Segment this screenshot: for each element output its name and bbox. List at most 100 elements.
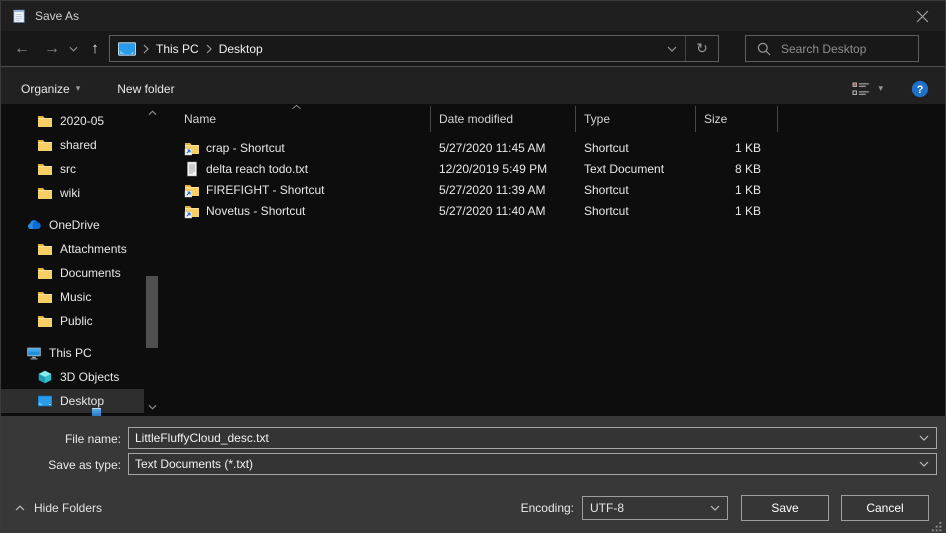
sidebar-item-3d-objects[interactable]: 3D Objects [1, 365, 144, 389]
sidebar-item-onedrive[interactable]: OneDrive [1, 213, 144, 237]
folder-icon [37, 265, 53, 281]
folder-icon [37, 313, 53, 329]
scrollbar-thumb[interactable] [146, 276, 158, 348]
sidebar-item-2020-05[interactable]: 2020-05 [1, 109, 144, 133]
search-input[interactable] [781, 42, 918, 56]
new-folder-button[interactable]: New folder [117, 82, 174, 96]
refresh-icon[interactable]: ↻ [686, 36, 718, 61]
sidebar-item-music[interactable]: Music [1, 285, 144, 309]
chevron-down-icon[interactable] [912, 435, 936, 441]
sidebar-item-label: 3D Objects [60, 370, 119, 384]
date-modified-cell: 12/20/2019 5:49 PM [431, 162, 576, 176]
file-row[interactable]: crap - Shortcut 5/27/2020 11:45 AM Short… [161, 137, 945, 158]
sidebar-item-shared[interactable]: shared [1, 133, 144, 157]
close-icon[interactable] [907, 1, 937, 31]
toolbar: Organize ▾ New folder ▾ ? [1, 66, 945, 104]
date-modified-cell: 5/27/2020 11:39 AM [431, 183, 576, 197]
column-header-type[interactable]: Type [576, 106, 696, 132]
sidebar-list: 2020-05 shared src wiki OneDrive Attachm… [1, 104, 161, 413]
file-name-input[interactable] [129, 431, 912, 445]
save-as-type-combo[interactable]: Text Documents (*.txt) [128, 453, 937, 475]
forward-icon[interactable]: → [39, 31, 65, 66]
folder-icon [37, 289, 53, 305]
recent-locations-chevron-icon[interactable] [65, 31, 81, 66]
encoding-select[interactable]: UTF-8 [582, 496, 728, 520]
size-cell: 1 KB [696, 183, 778, 197]
column-header-name[interactable]: Name [161, 106, 431, 132]
column-label: Type [584, 112, 610, 126]
bottom-panel: File name: Save as type: Text Documents … [1, 416, 945, 533]
chevron-down-icon: ▾ [76, 83, 81, 94]
chevron-down-icon[interactable] [912, 461, 936, 467]
notepad-icon [11, 8, 27, 24]
column-header-date-modified[interactable]: Date modified [431, 106, 576, 132]
help-icon[interactable]: ? [911, 80, 929, 98]
file-name-cell: Novetus - Shortcut [161, 203, 431, 219]
file-list: Name Date modified Type Size crap - Shor… [161, 104, 945, 416]
sidebar-item-label: Desktop [60, 394, 104, 408]
column-label: Name [184, 112, 216, 126]
column-headers: Name Date modified Type Size [161, 104, 945, 134]
pc-icon [26, 345, 42, 361]
organize-label: Organize [21, 82, 70, 96]
file-name-cell: delta reach todo.txt [161, 161, 431, 177]
chevron-right-icon [143, 44, 149, 54]
type-cell: Shortcut [576, 204, 696, 218]
folder-shortcut-icon [184, 203, 200, 219]
details-view-icon[interactable] [852, 82, 870, 96]
file-row[interactable]: delta reach todo.txt 12/20/2019 5:49 PM … [161, 158, 945, 179]
folder-tree: 2020-05 shared src wiki OneDrive Attachm… [1, 104, 161, 416]
chevron-right-icon [206, 44, 212, 54]
titlebar: Save As [1, 1, 945, 31]
sidebar-item-label: shared [60, 138, 97, 152]
sidebar-item-documents[interactable]: Documents [1, 261, 144, 285]
scroll-up-icon[interactable] [145, 106, 159, 120]
cancel-button[interactable]: Cancel [841, 495, 929, 521]
save-button[interactable]: Save [741, 495, 829, 521]
sidebar-item-this-pc[interactable]: This PC [1, 341, 144, 365]
file-row[interactable]: Novetus - Shortcut 5/27/2020 11:40 AM Sh… [161, 200, 945, 221]
svg-text:?: ? [917, 83, 924, 95]
breadcrumb-desktop[interactable]: Desktop [219, 42, 263, 56]
sidebar-item-label: 2020-05 [60, 114, 104, 128]
cube-icon [37, 369, 53, 385]
chevron-up-icon [15, 505, 25, 511]
new-folder-label: New folder [117, 82, 174, 96]
breadcrumb-this-pc[interactable]: This PC [156, 42, 199, 56]
address-bar[interactable]: This PC Desktop ↻ [109, 35, 719, 62]
type-cell: Text Document [576, 162, 696, 176]
folder-icon [37, 161, 53, 177]
main-area: 2020-05 shared src wiki OneDrive Attachm… [1, 104, 945, 416]
view-options-chevron-icon[interactable]: ▾ [878, 83, 883, 94]
resize-grip[interactable] [932, 521, 942, 531]
date-modified-cell: 5/27/2020 11:45 AM [431, 141, 576, 155]
sidebar-item-src[interactable]: src [1, 157, 144, 181]
scroll-down-icon[interactable] [145, 400, 159, 414]
up-icon[interactable]: ↑ [83, 31, 107, 66]
sidebar-item-desktop[interactable]: Desktop [1, 389, 144, 413]
desktop-location-icon [118, 42, 136, 56]
text-document-icon [184, 161, 200, 177]
type-cell: Shortcut [576, 141, 696, 155]
file-name-combo[interactable] [128, 427, 937, 449]
column-header-size[interactable]: Size [696, 106, 778, 132]
hide-folders-button[interactable]: Hide Folders [15, 495, 102, 521]
sidebar-item-label: wiki [60, 186, 80, 200]
file-row[interactable]: FIREFIGHT - Shortcut 5/27/2020 11:39 AM … [161, 179, 945, 200]
back-icon[interactable]: ← [9, 31, 35, 66]
partial-item-icon [92, 408, 101, 416]
sidebar-item-attachments[interactable]: Attachments [1, 237, 144, 261]
sidebar-item-label: Public [60, 314, 93, 328]
sidebar-item-wiki[interactable]: wiki [1, 181, 144, 205]
sidebar-item-label: This PC [49, 346, 92, 360]
desktop-icon [37, 393, 53, 409]
column-label: Date modified [439, 112, 513, 126]
search-box[interactable] [745, 35, 919, 62]
organize-button[interactable]: Organize ▾ [21, 82, 80, 96]
size-cell: 1 KB [696, 141, 778, 155]
sidebar-scrollbar[interactable] [145, 104, 159, 416]
folder-icon [37, 113, 53, 129]
save-as-dialog: Save As ← → ↑ This PC Desktop [0, 0, 946, 533]
sidebar-item-public[interactable]: Public [1, 309, 144, 333]
address-dropdown-chevron-icon[interactable] [659, 36, 685, 61]
